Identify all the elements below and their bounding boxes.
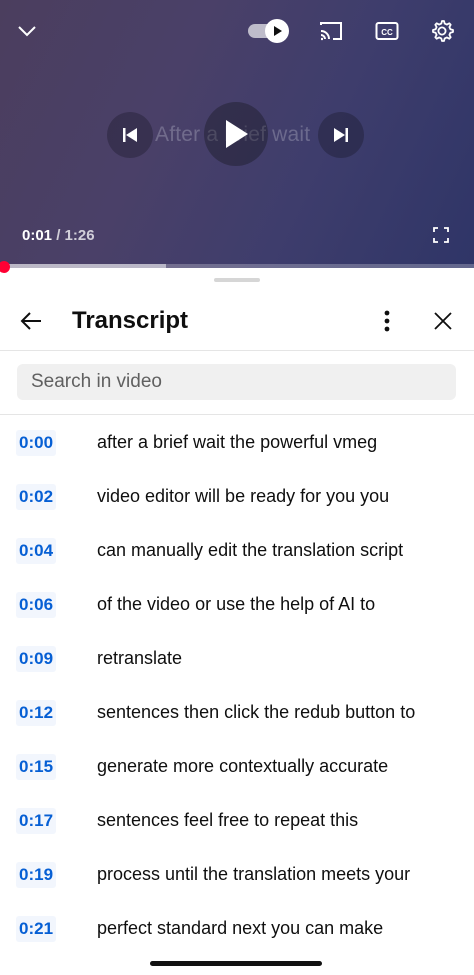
skip-next-icon <box>334 128 348 142</box>
transcript-segment[interactable]: 0:19 process until the translation meets… <box>0 849 474 903</box>
more-vertical-icon <box>384 310 390 332</box>
current-time: 0:01 <box>22 227 53 244</box>
segment-timestamp[interactable]: 0:02 <box>16 484 57 510</box>
transcript-segment[interactable]: 0:04 can manually edit the translation s… <box>0 525 474 579</box>
segment-text: after a brief wait the powerful vmeg <box>97 432 378 452</box>
segment-timestamp[interactable]: 0:21 <box>16 916 57 942</box>
autoplay-toggle[interactable] <box>248 18 292 44</box>
segment-text: generate more contextually accurate <box>97 756 389 776</box>
home-indicator <box>150 961 322 966</box>
previous-video-button[interactable] <box>107 112 153 158</box>
segment-timestamp[interactable]: 0:17 <box>16 808 57 834</box>
header-divider <box>0 350 474 351</box>
search-divider <box>0 414 474 415</box>
transcript-panel: Transcript 0:00 after a brief wait the p… <box>0 268 474 975</box>
segment-timestamp[interactable]: 0:06 <box>16 592 57 618</box>
fullscreen-button[interactable] <box>428 222 454 248</box>
fullscreen-icon <box>433 227 449 243</box>
transcript-segment[interactable]: 0:21 perfect standard next you can make <box>0 903 474 957</box>
closed-captions-icon: CC <box>375 22 399 40</box>
segment-text: can manually edit the translation script <box>97 540 404 560</box>
collapse-player-button[interactable] <box>12 16 42 46</box>
segment-text: process until the translation meets your <box>97 864 411 884</box>
skip-previous-icon <box>123 128 137 142</box>
search-input[interactable] <box>17 364 456 400</box>
segment-timestamp[interactable]: 0:09 <box>16 646 57 672</box>
segment-text: perfect standard next you can make <box>97 918 384 938</box>
gear-icon <box>432 20 454 42</box>
transcript-title: Transcript <box>72 307 189 334</box>
play-icon <box>226 120 248 148</box>
arrow-left-icon <box>20 312 41 330</box>
segment-timestamp[interactable]: 0:00 <box>16 430 57 456</box>
sheet-drag-handle[interactable] <box>214 278 260 282</box>
video-player[interactable]: After a brief wait CC <box>0 0 474 268</box>
segment-timestamp[interactable]: 0:12 <box>16 700 57 726</box>
transcript-header: Transcript <box>0 294 474 350</box>
transcript-segment[interactable]: 0:12 sentences then click the redub butt… <box>0 687 474 741</box>
cast-button[interactable] <box>316 17 346 45</box>
autoplay-toggle-icon <box>265 19 289 43</box>
more-options-button[interactable] <box>373 306 401 336</box>
time-display: 0:01 / 1:26 <box>22 227 95 244</box>
time-separator: / <box>52 227 65 244</box>
settings-button[interactable] <box>427 16 457 46</box>
transcript-segment[interactable]: 0:17 sentences feel free to repeat this <box>0 795 474 849</box>
transcript-segment[interactable]: 0:00 after a brief wait the powerful vme… <box>0 417 474 471</box>
segment-text: sentences feel free to repeat this <box>97 810 359 830</box>
transcript-segment[interactable]: 0:09 retranslate <box>0 633 474 687</box>
transcript-segment[interactable]: 0:06 of the video or use the help of AI … <box>0 579 474 633</box>
captions-button[interactable]: CC <box>372 17 402 45</box>
chevron-down-icon <box>18 26 36 37</box>
segment-timestamp[interactable]: 0:19 <box>16 862 57 888</box>
segment-text: sentences then click the redub button to <box>97 702 416 722</box>
transcript-segment[interactable]: 0:02 video editor will be ready for you … <box>0 471 474 525</box>
segment-timestamp[interactable]: 0:15 <box>16 754 57 780</box>
back-button[interactable] <box>16 306 46 336</box>
segment-text: retranslate <box>97 648 183 668</box>
play-button[interactable] <box>204 102 268 166</box>
cast-icon <box>320 22 342 41</box>
duration: 1:26 <box>64 227 95 244</box>
segment-text: of the video or use the help of AI to <box>97 594 376 614</box>
close-icon <box>434 312 452 330</box>
segment-timestamp[interactable]: 0:04 <box>16 538 57 564</box>
close-button[interactable] <box>428 306 458 336</box>
next-video-button[interactable] <box>318 112 364 158</box>
transcript-segment-list: 0:00 after a brief wait the powerful vme… <box>0 417 474 957</box>
transcript-segment[interactable]: 0:15 generate more contextually accurate <box>0 741 474 795</box>
svg-text:CC: CC <box>381 28 393 37</box>
segment-text: video editor will be ready for you you <box>97 486 390 506</box>
